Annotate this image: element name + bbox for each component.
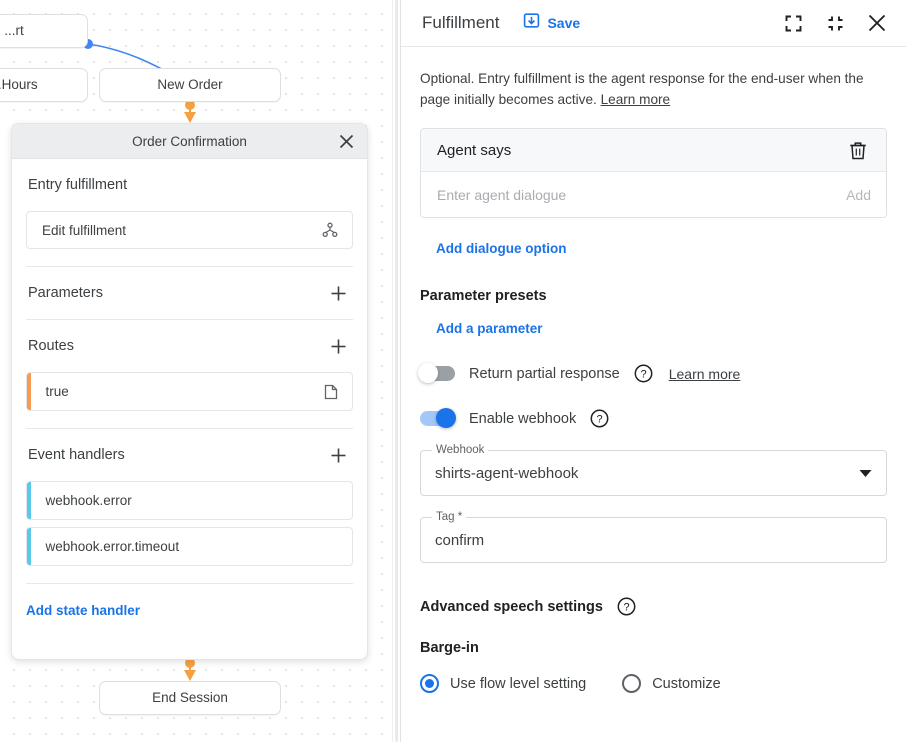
- add-event-handler-icon[interactable]: [325, 442, 351, 468]
- svg-text:?: ?: [597, 414, 603, 426]
- event-handler-label: webhook.error: [31, 493, 353, 508]
- agent-says-title: Agent says: [437, 142, 845, 159]
- add-route-icon[interactable]: [325, 333, 351, 359]
- canvas-edge: [392, 0, 400, 742]
- parameter-presets-title: Parameter presets: [420, 288, 887, 304]
- event-handler-row[interactable]: webhook.error: [26, 481, 353, 520]
- section-event-handlers-header: Event handlers: [12, 429, 367, 481]
- panel-header: Fulfillment Save: [401, 0, 906, 47]
- collapse-icon[interactable]: [822, 10, 848, 36]
- node-hierarchy-icon: [322, 222, 352, 238]
- barge-in-option-customize[interactable]: Customize: [622, 674, 721, 693]
- tag-field-label: Tag *: [432, 511, 466, 523]
- section-title: Routes: [28, 338, 74, 354]
- flow-node-hours[interactable]: ...Hours: [0, 68, 88, 102]
- flow-node-label: ...Hours: [0, 77, 38, 92]
- svg-text:?: ?: [623, 602, 629, 614]
- panel-body: Optional. Entry fulfillment is the agent…: [401, 47, 906, 742]
- flow-node-label: End Session: [152, 690, 228, 705]
- flow-node-end-session[interactable]: End Session: [99, 681, 281, 715]
- enable-webhook-row: Enable webhook ?: [420, 409, 887, 428]
- flow-canvas[interactable]: ...rt ...Hours New Order End Session Ord…: [0, 0, 400, 742]
- webhook-select[interactable]: Webhook shirts-agent-webhook: [420, 450, 887, 496]
- flow-node-new-order[interactable]: New Order: [99, 68, 281, 102]
- radio-label: Customize: [652, 676, 721, 692]
- event-handler-row[interactable]: webhook.error.timeout: [26, 527, 353, 566]
- webhook-field-value: shirts-agent-webhook: [435, 465, 859, 482]
- barge-in-option-use-flow-level-setting[interactable]: Use flow level setting: [420, 674, 586, 693]
- return-partial-response-label: Return partial response: [469, 366, 620, 382]
- webhook-field-label: Webhook: [432, 444, 488, 456]
- panel-description: Optional. Entry fulfillment is the agent…: [420, 69, 875, 110]
- add-dialogue-button[interactable]: Add: [836, 187, 871, 203]
- save-icon: [523, 12, 540, 34]
- add-parameter-icon[interactable]: [325, 280, 351, 306]
- tag-field-value: confirm: [435, 532, 872, 549]
- add-state-handler-link[interactable]: Add state handler: [26, 603, 140, 618]
- flow-node-start[interactable]: ...rt: [0, 14, 88, 48]
- page-card-title: Order Confirmation: [132, 134, 247, 149]
- agent-says-card: Agent says Add: [420, 128, 887, 218]
- save-button[interactable]: Save: [523, 12, 580, 34]
- edit-fulfillment-label: Edit fulfillment: [27, 223, 322, 238]
- toggle-knob: [436, 408, 456, 428]
- section-title: Parameters: [28, 285, 103, 301]
- expand-icon[interactable]: [780, 10, 806, 36]
- add-dialogue-option-row: Add dialogue option: [420, 240, 887, 258]
- agent-dialogue-input[interactable]: [437, 187, 836, 203]
- canvas-scrollbar[interactable]: [395, 0, 398, 742]
- page-card: Order Confirmation Entry fulfillment Edi…: [11, 123, 368, 660]
- agent-says-input-row: Add: [421, 172, 886, 217]
- return-partial-response-row: Return partial response ? Learn more: [420, 364, 887, 383]
- document-icon[interactable]: [324, 384, 352, 400]
- return-partial-response-learn-more-link[interactable]: Learn more: [669, 366, 741, 382]
- section-routes-header: Routes: [12, 320, 367, 372]
- enable-webhook-label: Enable webhook: [469, 411, 576, 427]
- add-a-parameter-link[interactable]: Add a parameter: [436, 321, 543, 336]
- fulfillment-panel: Fulfillment Save: [400, 0, 906, 742]
- save-label: Save: [547, 15, 580, 31]
- panel-title: Fulfillment: [422, 13, 499, 33]
- page-card-body: Entry fulfillment Edit fulfillment: [12, 159, 367, 659]
- add-dialogue-option-link[interactable]: Add dialogue option: [436, 241, 566, 256]
- add-parameter-row: Add a parameter: [420, 320, 887, 338]
- section-title: Entry fulfillment: [28, 177, 127, 193]
- flow-node-label: ...rt: [4, 23, 24, 38]
- enable-webhook-toggle[interactable]: [420, 411, 455, 426]
- section-entry-fulfillment-header: Entry fulfillment: [12, 159, 367, 211]
- agent-says-header: Agent says: [421, 129, 886, 172]
- advanced-speech-settings-row[interactable]: Advanced speech settings ?: [420, 597, 887, 616]
- close-icon[interactable]: [864, 10, 890, 36]
- trash-icon[interactable]: [845, 137, 871, 163]
- learn-more-link[interactable]: Learn more: [601, 92, 671, 107]
- radio-label: Use flow level setting: [450, 676, 586, 692]
- radio-selected-icon: [420, 674, 439, 693]
- section-parameters-header: Parameters: [12, 267, 367, 319]
- svg-text:?: ?: [640, 369, 646, 381]
- help-icon[interactable]: ?: [590, 409, 609, 428]
- chevron-down-icon[interactable]: [859, 469, 872, 478]
- tag-field[interactable]: Tag * confirm: [420, 517, 887, 563]
- barge-in-title: Barge-in: [420, 640, 887, 656]
- toggle-knob: [418, 363, 438, 383]
- flow-node-label: New Order: [157, 77, 222, 92]
- panel-header-actions: [780, 10, 890, 36]
- app-root: ...rt ...Hours New Order End Session Ord…: [0, 0, 906, 742]
- barge-in-radio-group: Use flow level setting Customize: [420, 674, 887, 693]
- help-icon[interactable]: ?: [634, 364, 653, 383]
- route-row[interactable]: true: [26, 372, 353, 411]
- return-partial-response-toggle[interactable]: [420, 366, 455, 381]
- help-icon[interactable]: ?: [617, 597, 636, 616]
- section-title: Event handlers: [28, 447, 125, 463]
- page-card-header: Order Confirmation: [12, 124, 367, 159]
- radio-unselected-icon: [622, 674, 641, 693]
- edit-fulfillment-button[interactable]: Edit fulfillment: [26, 211, 353, 249]
- close-icon[interactable]: [333, 128, 359, 154]
- advanced-speech-settings-title: Advanced speech settings: [420, 599, 603, 615]
- event-handler-label: webhook.error.timeout: [31, 539, 353, 554]
- route-label: true: [31, 384, 325, 399]
